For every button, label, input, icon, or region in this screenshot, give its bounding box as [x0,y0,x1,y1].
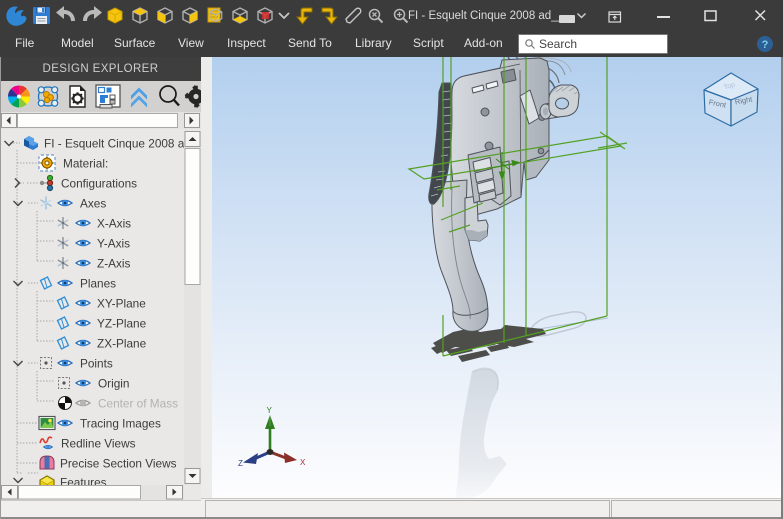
svg-text:X: X [300,458,306,467]
svg-text:Axes: Axes [80,197,106,211]
svg-text:?: ? [762,39,769,51]
svg-text:Planes: Planes [80,277,116,291]
svg-text:Z-Axis: Z-Axis [97,257,131,271]
svg-text:FI - Esquelt Cinque 2008 ad_p: FI - Esquelt Cinque 2008 ad_p [44,137,201,151]
svg-text:Configurations: Configurations [61,177,137,191]
svg-text:Features: Features [60,476,107,486]
svg-text:Y-Axis: Y-Axis [97,237,130,251]
svg-text:ZX-Plane: ZX-Plane [97,337,147,351]
svg-text:Points: Points [80,357,113,371]
svg-text:YZ-Plane: YZ-Plane [97,317,147,331]
svg-text:Redline Views: Redline Views [61,437,136,451]
svg-text:Center of Mass: Center of Mass [98,397,178,411]
svg-text:Origin: Origin [98,377,129,391]
svg-text:XY-Plane: XY-Plane [97,297,146,311]
svg-text:Material:: Material: [63,157,108,171]
svg-text:Z: Z [238,459,243,468]
svg-text:X-Axis: X-Axis [97,217,131,231]
svg-text:Tracing Images: Tracing Images [80,417,161,431]
svg-text:Y: Y [267,406,273,415]
svg-text:Precise Section Views: Precise Section Views [60,457,177,471]
